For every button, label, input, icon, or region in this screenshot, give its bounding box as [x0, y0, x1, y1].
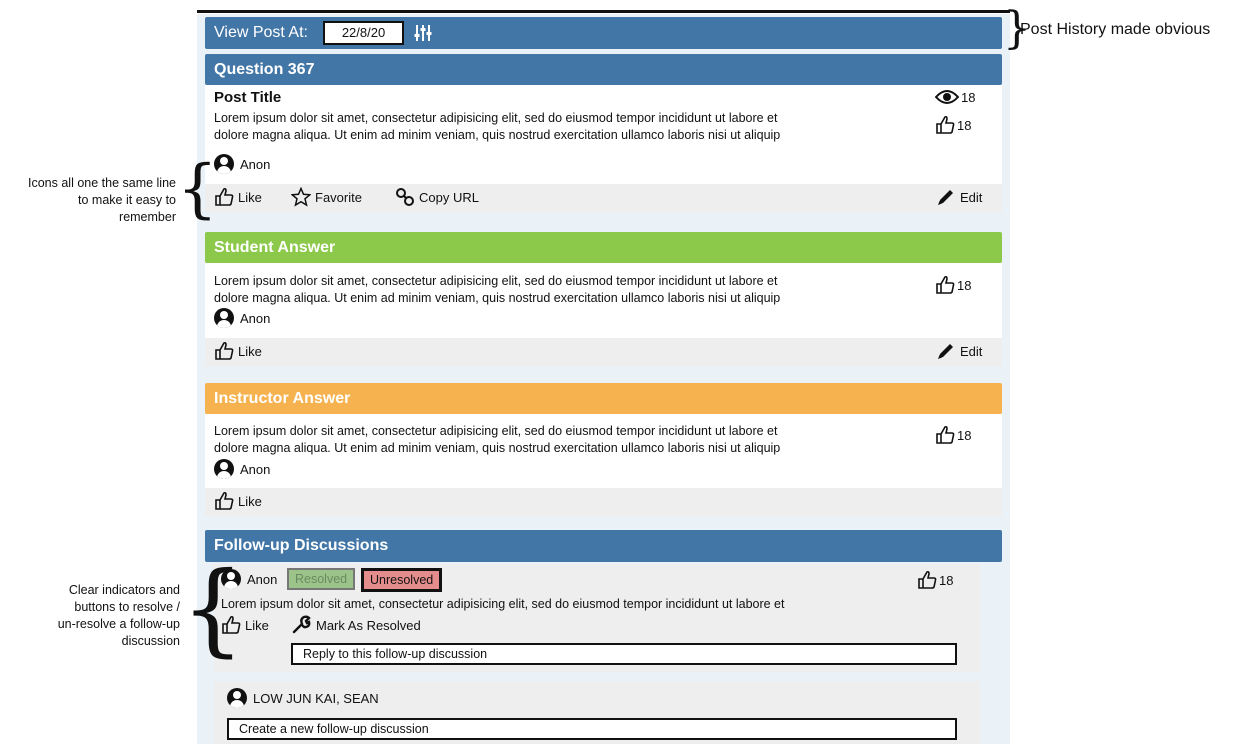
icons-annotation: Icons all one the same line to make it e…: [8, 175, 176, 226]
pencil-icon: [936, 341, 956, 361]
followup-body: Lorem ipsum dolor sit amet, consectetur …: [221, 597, 785, 611]
question-body: Lorem ipsum dolor sit amet, consectetur …: [214, 110, 914, 144]
thumbs-up-icon: [935, 115, 955, 135]
annotation-line: remember: [119, 210, 176, 224]
question-bar: Question 367: [205, 54, 1002, 85]
student-answer-title: Student Answer: [214, 238, 336, 256]
question-body-line: dolore magna aliqua. Ut enim ad minim ve…: [214, 128, 781, 142]
post-date-input[interactable]: 22/8/20: [323, 21, 404, 45]
answer-body-line: dolore magna aliqua. Ut enim ad minim ve…: [214, 291, 781, 305]
wrench-icon: [292, 615, 312, 635]
author-name: Anon: [240, 156, 271, 172]
eye-icon: [935, 89, 959, 105]
annotation-line: discussion: [121, 634, 180, 648]
like-label: Like: [245, 617, 269, 633]
thumbs-up-icon: [214, 491, 234, 511]
avatar-icon: [227, 688, 247, 708]
avatar-icon: [214, 308, 234, 328]
avatar-icon: [214, 459, 234, 479]
instructor-answer-title: Instructor Answer: [214, 389, 351, 407]
like-label: Like: [238, 189, 262, 205]
view-count-value: 18: [961, 89, 976, 105]
instructor-answer-body: Lorem ipsum dolor sit amet, consectetur …: [214, 423, 914, 457]
annotation-line: Icons all one the same line: [27, 176, 176, 190]
student-like-button[interactable]: Like: [214, 341, 262, 361]
instructor-like-count: 18: [935, 425, 971, 445]
answer-body-line: Lorem ipsum dolor sit amet, consectetur …: [214, 274, 778, 288]
author-name: Anon: [247, 571, 278, 587]
author-name: Anon: [240, 461, 271, 477]
thumbs-up-icon: [214, 341, 234, 361]
thumbs-up-icon: [935, 275, 955, 295]
pencil-icon: [936, 187, 956, 207]
student-action-bar: [205, 338, 1002, 366]
resolve-brace: {: [181, 550, 245, 667]
edit-question-button[interactable]: Edit: [936, 187, 982, 207]
like-button[interactable]: Like: [214, 187, 262, 207]
sliders-icon[interactable]: [413, 23, 433, 43]
followup-like-value: 18: [939, 572, 954, 588]
thumbs-up-icon: [917, 570, 937, 590]
thumbs-up-icon: [935, 425, 955, 445]
mark-resolved-label: Mark As Resolved: [316, 617, 421, 633]
instructor-action-bar: [205, 488, 1002, 516]
edit-student-answer-button[interactable]: Edit: [936, 341, 982, 361]
favorite-button[interactable]: Favorite: [291, 187, 362, 207]
student-answer-bar: Student Answer: [205, 232, 1002, 263]
followup-bar: Follow-up Discussions: [205, 530, 1002, 562]
annotation-line: buttons to resolve /: [74, 600, 180, 614]
question-body-line: Lorem ipsum dolor sit amet, consectetur …: [214, 111, 778, 125]
question-like-count: 18: [935, 115, 971, 135]
edit-label: Edit: [960, 343, 983, 359]
annotation-line: un-resolve a follow-up: [57, 617, 180, 631]
copy-url-label: Copy URL: [419, 189, 479, 205]
annotation-line: Clear indicators and: [68, 583, 180, 597]
view-post-label: View Post At:: [214, 24, 308, 41]
question-number: Question 367: [214, 60, 315, 78]
author-name: Anon: [240, 310, 271, 326]
link-icon: [395, 187, 415, 207]
unresolved-status-badge[interactable]: Unresolved: [361, 568, 443, 592]
favorite-label: Favorite: [315, 189, 362, 205]
edit-label: Edit: [960, 189, 983, 205]
top-rule: [197, 10, 1010, 13]
instructor-like-value: 18: [957, 427, 972, 443]
followup-like-count: 18: [917, 570, 953, 590]
like-label: Like: [238, 343, 262, 359]
resolve-annotation: Clear indicators and buttons to resolve …: [20, 582, 180, 650]
current-user: LOW JUN KAI, SEAN: [227, 688, 379, 708]
icons-brace: {: [177, 152, 218, 226]
post-title: Post Title: [214, 89, 282, 106]
reply-input[interactable]: Reply to this follow-up discussion: [291, 643, 957, 665]
question-like-value: 18: [957, 117, 972, 133]
student-author: Anon: [214, 308, 270, 328]
view-count: 18: [935, 89, 975, 105]
student-answer-body: Lorem ipsum dolor sit amet, consectetur …: [214, 273, 914, 307]
answer-body-line: dolore magna aliqua. Ut enim ad minim ve…: [214, 441, 781, 455]
like-label: Like: [238, 493, 262, 509]
star-icon: [291, 187, 311, 207]
answer-body-line: Lorem ipsum dolor sit amet, consectetur …: [214, 424, 778, 438]
author-name: LOW JUN KAI, SEAN: [253, 690, 379, 706]
student-like-value: 18: [957, 277, 972, 293]
student-like-count: 18: [935, 275, 971, 295]
annotation-line: to make it easy to: [78, 193, 176, 207]
question-author: Anon: [214, 154, 270, 174]
history-annotation: Post History made obvious: [1020, 21, 1211, 38]
copy-url-button[interactable]: Copy URL: [395, 187, 479, 207]
new-followup-input[interactable]: Create a new follow-up discussion: [227, 718, 957, 740]
instructor-author: Anon: [214, 459, 270, 479]
mark-as-resolved-button[interactable]: Mark As Resolved: [292, 615, 421, 635]
instructor-answer-bar: Instructor Answer: [205, 383, 1002, 414]
resolved-button[interactable]: Resolved: [287, 568, 356, 590]
instructor-like-button[interactable]: Like: [214, 491, 262, 511]
